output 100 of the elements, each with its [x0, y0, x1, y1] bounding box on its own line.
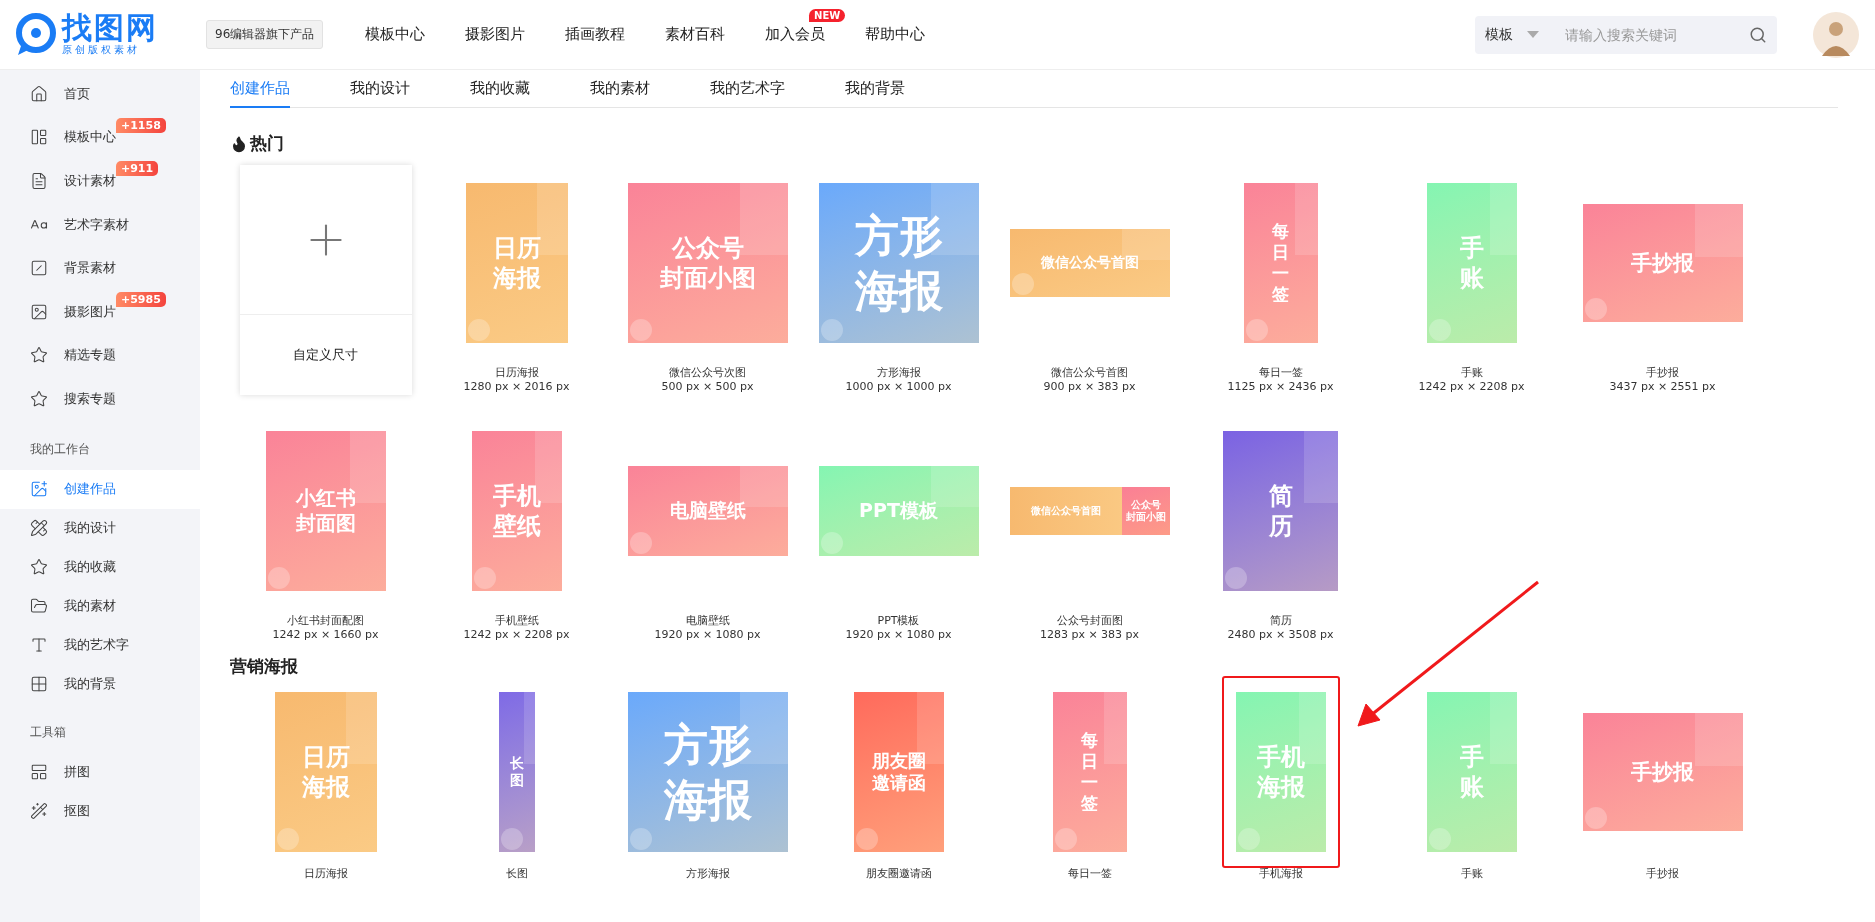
thumbnail-title: 简 历: [1268, 481, 1293, 541]
template-size: 1125 px × 2436 px: [1227, 380, 1334, 393]
circle-decoration: [855, 828, 878, 850]
logo-icon: [16, 12, 56, 57]
sidebar-item[interactable]: 创建作品: [0, 469, 200, 509]
template-name: PPT模板: [877, 613, 920, 628]
sidebar-item[interactable]: 我的素材: [0, 586, 200, 626]
square-decoration: [1303, 431, 1338, 503]
thumbnail-title: 长 图: [509, 754, 524, 790]
letter-icon: [30, 636, 48, 655]
template-size: 1920 px × 1080 px: [845, 628, 952, 641]
thumbnail-title: 小红书 封面图: [295, 486, 356, 536]
star-icon: [30, 389, 48, 408]
tab[interactable]: 我的素材: [590, 70, 650, 108]
grid-icon: [30, 675, 48, 694]
logo-slogan: 原创版权素材: [62, 43, 141, 57]
sidebar-item[interactable]: 首页: [0, 72, 200, 116]
nav-link[interactable]: 模板中心: [345, 25, 446, 44]
search-field[interactable]: 模板 请输入搜索关键词: [1475, 15, 1777, 54]
sidebar-item[interactable]: 我的艺术字: [0, 625, 200, 665]
sidebar-item[interactable]: 拼图: [0, 752, 200, 792]
folder-icon: [30, 597, 48, 616]
sidebar-item[interactable]: 我的设计: [0, 508, 200, 548]
sidebar-item[interactable]: 我的收藏: [0, 547, 200, 587]
avatar[interactable]: [1813, 11, 1859, 58]
sidebar-item[interactable]: 设计素材 +911: [0, 159, 200, 203]
sidebar-item[interactable]: 精选专题: [0, 333, 200, 378]
square-decoration: [1489, 183, 1517, 255]
thumbnail-title: 日历 海报: [301, 742, 350, 802]
template-name: 方形海报: [685, 866, 730, 881]
document-icon: [30, 172, 48, 190]
template-name: 手机壁纸: [494, 613, 539, 628]
circle-decoration: [820, 532, 843, 554]
nav-link[interactable]: 素材百科: [645, 25, 746, 44]
circle-decoration: [1054, 828, 1077, 850]
star-icon: [30, 346, 48, 365]
circle-decoration: [473, 567, 496, 589]
sidebar-group-title: 我的工作台: [29, 440, 91, 458]
template-name: 电脑壁纸: [685, 613, 730, 628]
image-plus-icon: [30, 480, 48, 499]
template-name: 手抄报: [1646, 866, 1679, 881]
thumbnail-title: 手抄报: [1631, 249, 1694, 277]
card-label: 自定义尺寸: [292, 346, 359, 364]
thumbnail-title: PPT模板: [859, 499, 938, 523]
circle-decoration: [629, 828, 652, 850]
template-name: 小红书封面配图: [287, 613, 364, 628]
square-decoration: [1104, 692, 1127, 764]
home-icon: [30, 84, 48, 103]
tab[interactable]: 创建作品: [230, 70, 290, 108]
template-name: 每日一签: [1258, 365, 1303, 380]
circle-decoration: [629, 532, 652, 554]
template-name: 手机海报: [1258, 866, 1303, 881]
thumbnail-title: 手 账: [1459, 233, 1484, 293]
tab[interactable]: 我的设计: [350, 70, 410, 108]
thumbnail-title: 手机 壁纸: [492, 481, 541, 541]
thumbnail-title: 每 日 一 签: [1081, 729, 1098, 815]
nav-link[interactable]: 插画教程: [545, 25, 646, 44]
sidebar-item[interactable]: 摄影图片 +5985: [0, 289, 200, 334]
nav-link[interactable]: 加入会员: [745, 25, 846, 44]
product-tag: 96编辑器旗下产品: [206, 20, 324, 49]
tab[interactable]: 我的收藏: [470, 70, 530, 108]
thumbnail-title: 朋友圈 邀请函: [871, 749, 926, 795]
nav-link[interactable]: 摄影图片: [445, 25, 546, 44]
star-icon: [30, 558, 48, 577]
sidebar-item[interactable]: 抠图: [0, 791, 200, 831]
thumbnail-title: 手机 海报: [1256, 742, 1305, 802]
logo-name[interactable]: 找图网: [62, 12, 158, 43]
sidebar-item[interactable]: 艺术字素材: [0, 202, 200, 247]
nav-link[interactable]: 帮助中心: [845, 25, 946, 44]
custom-size-card[interactable]: 自定义尺寸: [239, 165, 412, 395]
sidebar-item[interactable]: 我的背景: [0, 664, 200, 704]
sidebar-item[interactable]: 搜索专题: [0, 377, 200, 421]
template-size: 1280 px × 2016 px: [463, 380, 570, 393]
template-size: 1242 px × 2208 px: [463, 628, 570, 641]
circle-decoration: [1237, 828, 1260, 850]
circle-decoration: [276, 828, 299, 850]
category-select[interactable]: 模板: [1485, 25, 1520, 44]
count-badge: +5985: [116, 291, 166, 307]
thumbnail-title: 手 账: [1459, 742, 1484, 802]
template-size: 1283 px × 383 px: [1039, 628, 1140, 641]
circle-decoration: [467, 319, 490, 341]
sidebar-item[interactable]: 模板中心 +1158: [0, 115, 200, 160]
circle-decoration: [1584, 807, 1607, 829]
circle-decoration: [1245, 319, 1268, 341]
tab[interactable]: 我的艺术字: [710, 70, 785, 108]
template-name: 长图: [505, 866, 528, 881]
template-size: 2480 px × 3508 px: [1227, 628, 1334, 641]
caret-icon: [1527, 31, 1540, 38]
layout-icon: [30, 763, 48, 782]
circle-decoration: [500, 828, 523, 850]
count-badge: +1158: [116, 117, 166, 133]
sidebar-item[interactable]: 背景素材: [0, 246, 200, 290]
template-size: 900 px × 383 px: [1043, 380, 1136, 393]
template-size: 3437 px × 2551 px: [1609, 380, 1716, 393]
image-icon: [30, 302, 48, 321]
circle-decoration: [820, 319, 843, 341]
circle-decoration: [1428, 319, 1451, 341]
circle-decoration: [1584, 298, 1607, 320]
thumbnail-title: 每 日 一 签: [1272, 220, 1289, 306]
tab[interactable]: 我的背景: [845, 70, 905, 108]
